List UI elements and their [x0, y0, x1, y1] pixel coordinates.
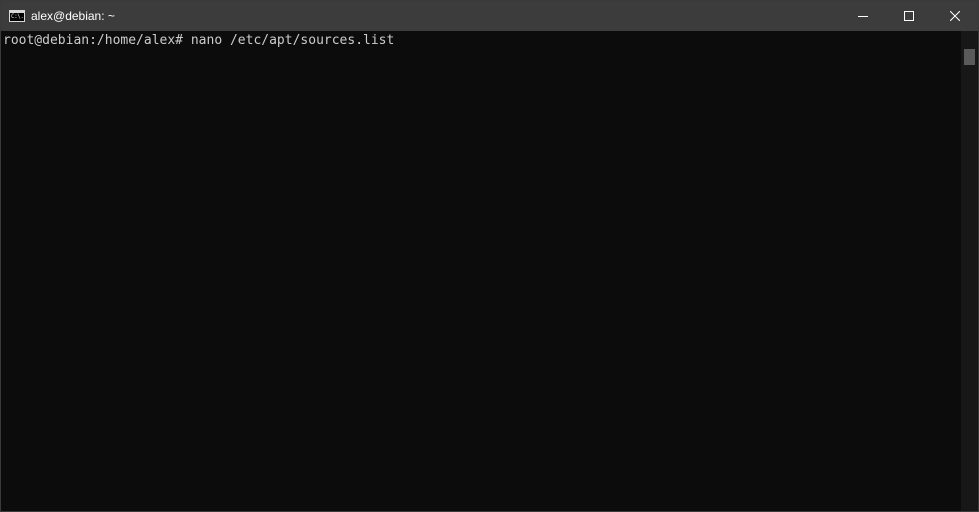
- title-bar[interactable]: C:\. alex@debian: ~: [1, 1, 978, 31]
- terminal-output[interactable]: root@debian:/home/alex# nano /etc/apt/so…: [1, 31, 961, 511]
- minimize-button[interactable]: [840, 1, 886, 31]
- maximize-icon: [904, 11, 914, 21]
- vertical-scrollbar[interactable]: [961, 31, 978, 511]
- close-button[interactable]: [932, 1, 978, 31]
- console-icon[interactable]: C:\.: [9, 10, 25, 22]
- maximize-button[interactable]: [886, 1, 932, 31]
- terminal-window: C:\. alex@debian: ~ root@debian:/home/al…: [0, 0, 979, 512]
- console-icon-glyph: C:\.: [11, 13, 24, 20]
- scrollbar-thumb[interactable]: [964, 49, 975, 65]
- terminal-line: root@debian:/home/alex# nano /etc/apt/so…: [3, 33, 395, 48]
- window-controls: [840, 1, 978, 31]
- close-icon: [950, 11, 960, 21]
- window-title: alex@debian: ~: [31, 9, 115, 23]
- minimize-icon: [858, 16, 868, 17]
